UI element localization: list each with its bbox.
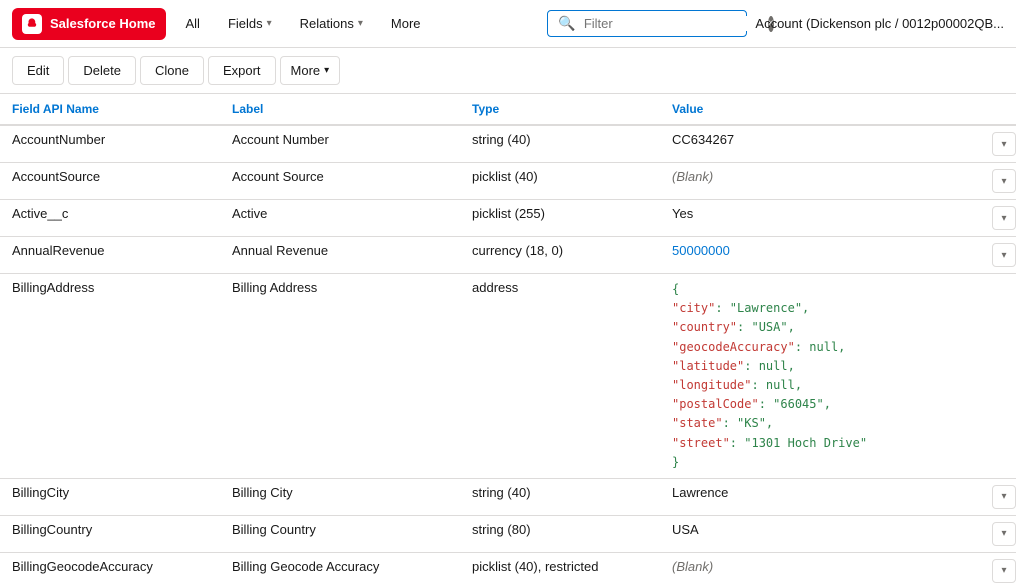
header-api-name[interactable]: Field API Name [0, 94, 220, 125]
cell-type: string (40) [460, 478, 660, 515]
cell-type: currency (18, 0) [460, 237, 660, 274]
cell-api-name: AnnualRevenue [0, 237, 220, 274]
app-name: Salesforce Home [50, 16, 156, 31]
cell-action: ▾ [980, 125, 1016, 163]
filter-input[interactable] [584, 16, 760, 31]
header-action [980, 94, 1016, 125]
table-row: AnnualRevenueAnnual Revenuecurrency (18,… [0, 237, 1016, 274]
cell-value: 50000000 [660, 237, 980, 274]
blank-value: (Blank) [672, 169, 713, 184]
clone-button[interactable]: Clone [140, 56, 204, 85]
fields-chevron-icon: ▾ [267, 18, 272, 29]
table-header-row: Field API Name Label Type Value [0, 94, 1016, 125]
cell-type: picklist (255) [460, 200, 660, 237]
cell-label: Active [220, 200, 460, 237]
cell-label: Billing Country [220, 515, 460, 552]
row-dropdown-button[interactable]: ▾ [992, 243, 1016, 267]
edit-button[interactable]: Edit [12, 56, 64, 85]
cell-label: Billing Geocode Accuracy [220, 552, 460, 583]
tab-all[interactable]: All [174, 8, 212, 39]
export-button[interactable]: Export [208, 56, 276, 85]
cell-api-name: BillingGeocodeAccuracy [0, 552, 220, 583]
cell-value: Yes [660, 200, 980, 237]
header-type[interactable]: Type [460, 94, 660, 125]
cell-api-name: Active__c [0, 200, 220, 237]
table-row: AccountSourceAccount Sourcepicklist (40)… [0, 163, 1016, 200]
cell-action: ▾ [980, 200, 1016, 237]
tab-relations[interactable]: Relations ▾ [288, 8, 375, 39]
cell-api-name: AccountNumber [0, 125, 220, 163]
cell-label: Account Source [220, 163, 460, 200]
cell-type: picklist (40) [460, 163, 660, 200]
cell-value: Lawrence [660, 478, 980, 515]
row-dropdown-button[interactable]: ▾ [992, 206, 1016, 230]
nav-tabs: All Fields ▾ Relations ▾ More [174, 8, 540, 39]
cell-action: ▾ [980, 163, 1016, 200]
fields-table: Field API Name Label Type Value AccountN… [0, 94, 1016, 583]
cell-type: string (80) [460, 515, 660, 552]
currency-value: 50000000 [672, 243, 730, 258]
json-value: { "city": "Lawrence", "country": "USA", … [672, 282, 867, 469]
cell-action: ▾ [980, 515, 1016, 552]
cell-label: Billing Address [220, 274, 460, 479]
row-dropdown-button[interactable]: ▾ [992, 169, 1016, 193]
cell-value: (Blank) [660, 163, 980, 200]
table-row: Active__cActivepicklist (255)Yes ▾ [0, 200, 1016, 237]
table-row: AccountNumberAccount Numberstring (40)CC… [0, 125, 1016, 163]
filter-search-icon: 🔍 [558, 15, 575, 32]
header-label[interactable]: Label [220, 94, 460, 125]
cell-api-name: BillingCountry [0, 515, 220, 552]
cell-action: ▾ [980, 552, 1016, 583]
table-row: BillingCityBilling Citystring (40)Lawren… [0, 478, 1016, 515]
header-value[interactable]: Value [660, 94, 980, 125]
cell-action [980, 274, 1016, 479]
record-title: Account (Dickenson plc / 0012p00002QB... [755, 16, 1004, 31]
cell-type: picklist (40), restricted [460, 552, 660, 583]
table-row: BillingAddressBilling Addressaddress{ "c… [0, 274, 1016, 479]
salesforce-icon [22, 14, 42, 34]
delete-button[interactable]: Delete [68, 56, 136, 85]
filter-box: 🔍 × [547, 10, 747, 37]
row-dropdown-button[interactable]: ▾ [992, 522, 1016, 546]
cell-api-name: BillingAddress [0, 274, 220, 479]
row-dropdown-button[interactable]: ▾ [992, 559, 1016, 583]
relations-chevron-icon: ▾ [358, 18, 363, 29]
cell-value: CC634267 [660, 125, 980, 163]
top-bar: Salesforce Home All Fields ▾ Relations ▾… [0, 0, 1016, 48]
cell-action: ▾ [980, 237, 1016, 274]
cell-type: string (40) [460, 125, 660, 163]
app-logo[interactable]: Salesforce Home [12, 8, 166, 40]
cell-type: address [460, 274, 660, 479]
action-bar: Edit Delete Clone Export More ▾ [0, 48, 1016, 94]
cell-api-name: BillingCity [0, 478, 220, 515]
cell-value: (Blank) [660, 552, 980, 583]
cell-label: Account Number [220, 125, 460, 163]
cell-label: Annual Revenue [220, 237, 460, 274]
table-row: BillingGeocodeAccuracyBilling Geocode Ac… [0, 552, 1016, 583]
row-dropdown-button[interactable]: ▾ [992, 485, 1016, 509]
blank-value: (Blank) [672, 559, 713, 574]
tab-more[interactable]: More [379, 8, 433, 39]
more-button[interactable]: More ▾ [280, 56, 341, 85]
more-chevron-icon: ▾ [324, 65, 329, 76]
row-dropdown-button[interactable]: ▾ [992, 132, 1016, 156]
cell-api-name: AccountSource [0, 163, 220, 200]
cell-label: Billing City [220, 478, 460, 515]
cell-action: ▾ [980, 478, 1016, 515]
tab-fields[interactable]: Fields ▾ [216, 8, 284, 39]
table-container: Field API Name Label Type Value AccountN… [0, 94, 1016, 583]
cell-value: USA [660, 515, 980, 552]
cell-value: { "city": "Lawrence", "country": "USA", … [660, 274, 980, 479]
table-row: BillingCountryBilling Countrystring (80)… [0, 515, 1016, 552]
